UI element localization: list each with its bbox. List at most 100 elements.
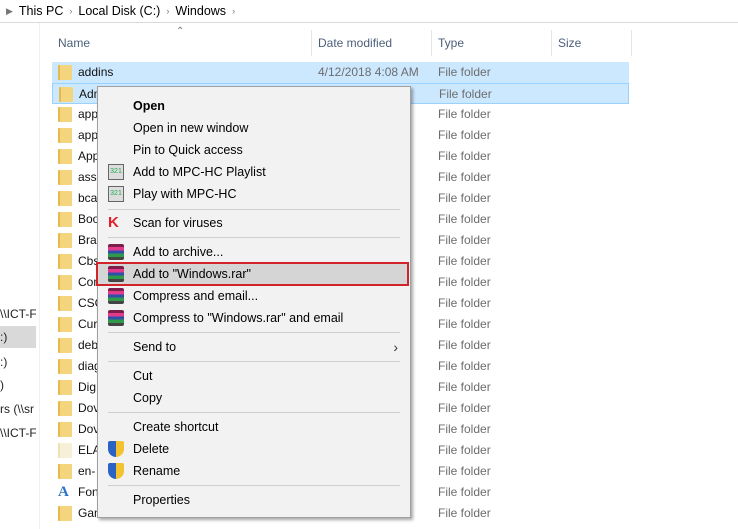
menu-label: Create shortcut: [133, 420, 219, 434]
file-type: File folder: [438, 275, 491, 289]
file-type: File folder: [438, 149, 491, 163]
menu-label: Cut: [133, 369, 153, 383]
nav-item[interactable]: ): [0, 374, 36, 396]
nav-item[interactable]: :): [0, 351, 36, 373]
chevron-right-icon[interactable]: ›: [166, 6, 169, 16]
menu-item-compress-rar-email[interactable]: Compress to "Windows.rar" and email: [100, 307, 408, 329]
menu-label: Delete: [133, 442, 170, 456]
menu-label: Open in new window: [133, 121, 249, 135]
menu-separator: [108, 485, 400, 486]
font-folder-icon: A: [58, 484, 69, 500]
column-size[interactable]: Size: [552, 30, 632, 56]
folder-icon: [58, 443, 72, 458]
menu-label: Open: [133, 99, 165, 113]
menu-label: Add to "Windows.rar": [133, 267, 251, 281]
file-type: File folder: [438, 212, 491, 226]
menu-item-cut[interactable]: Cut: [100, 365, 408, 387]
menu-item-scan-viruses[interactable]: K Scan for viruses: [100, 212, 408, 234]
winrar-icon: [108, 244, 124, 260]
file-type: File folder: [438, 191, 491, 205]
menu-item-open-new-window[interactable]: Open in new window: [100, 117, 408, 139]
table-row[interactable]: addins 4/12/2018 4:08 AM File folder: [52, 62, 629, 83]
menu-separator: [108, 332, 400, 333]
menu-label: Send to: [133, 340, 177, 354]
folder-icon: [58, 359, 72, 374]
menu-item-open[interactable]: Open: [100, 95, 408, 117]
file-type: File folder: [438, 401, 491, 415]
folder-icon: [58, 401, 72, 416]
winrar-icon: [108, 310, 124, 326]
file-name: addins: [78, 65, 114, 79]
menu-label: Scan for viruses: [133, 216, 223, 230]
file-name: app: [78, 107, 99, 121]
file-name: bca: [78, 191, 98, 205]
breadcrumb-this-pc[interactable]: This PC: [19, 4, 63, 18]
file-type: File folder: [438, 359, 491, 373]
file-type: File folder: [438, 338, 491, 352]
file-type: File folder: [438, 254, 491, 268]
folder-icon: [58, 233, 72, 248]
menu-label: Pin to Quick access: [133, 143, 243, 157]
menu-label: Properties: [133, 493, 190, 507]
uac-shield-icon: [108, 441, 124, 457]
file-type: File folder: [438, 233, 491, 247]
kaspersky-icon: K: [108, 214, 119, 231]
folder-icon: [59, 87, 73, 102]
address-bar[interactable]: ▶ This PC › Local Disk (C:) › Windows ›: [0, 0, 738, 23]
chevron-right-icon[interactable]: ▶: [6, 6, 13, 17]
chevron-right-icon[interactable]: ›: [232, 6, 235, 16]
column-name[interactable]: Name: [52, 30, 312, 56]
file-type: File folder: [438, 317, 491, 331]
file-name: en-: [78, 464, 96, 478]
column-type[interactable]: Type: [432, 30, 552, 56]
nav-item-selected[interactable]: :): [0, 326, 36, 348]
file-type: File folder: [438, 506, 491, 520]
menu-label: Copy: [133, 391, 163, 405]
file-type: File folder: [438, 443, 491, 457]
nav-item[interactable]: rs (\\sr: [0, 398, 36, 420]
menu-item-delete[interactable]: Delete: [100, 438, 408, 460]
menu-label: Play with MPC-HC: [133, 187, 237, 201]
menu-item-mpc-add[interactable]: 321 Add to MPC-HC Playlist: [100, 161, 408, 183]
menu-label: Compress and email...: [133, 289, 259, 303]
file-type: File folder: [439, 87, 492, 101]
column-header: Name Date modified Type Size: [52, 30, 632, 56]
menu-item-pin-quick-access[interactable]: Pin to Quick access: [100, 139, 408, 161]
column-date-modified[interactable]: Date modified: [312, 30, 432, 56]
breadcrumb-local-disk[interactable]: Local Disk (C:): [78, 4, 160, 18]
menu-item-rename[interactable]: Rename: [100, 460, 408, 482]
file-name: Fon: [78, 485, 99, 499]
menu-separator: [108, 237, 400, 238]
menu-label: Add to MPC-HC Playlist: [133, 165, 266, 179]
file-name: deb: [78, 338, 99, 352]
file-type: File folder: [438, 485, 491, 499]
nav-item[interactable]: \\ICT-F: [0, 422, 36, 444]
navigation-pane: \\ICT-F :) :) ) rs (\\sr \\ICT-F: [0, 23, 40, 529]
folder-icon: [58, 191, 72, 206]
menu-item-add-to-windows-rar[interactable]: Add to "Windows.rar": [96, 262, 409, 286]
chevron-right-icon[interactable]: ›: [69, 6, 72, 16]
folder-icon: [58, 380, 72, 395]
menu-item-copy[interactable]: Copy: [100, 387, 408, 409]
folder-icon: [58, 317, 72, 332]
menu-label: Add to archive...: [133, 245, 224, 259]
menu-item-properties[interactable]: Properties: [100, 489, 408, 511]
menu-item-mpc-play[interactable]: 321 Play with MPC-HC: [100, 183, 408, 205]
file-type: File folder: [438, 380, 491, 394]
menu-item-create-shortcut[interactable]: Create shortcut: [100, 416, 408, 438]
chevron-right-icon: ›: [393, 339, 398, 355]
breadcrumb-windows[interactable]: Windows: [175, 4, 226, 18]
folder-icon: [58, 149, 72, 164]
menu-label: Rename: [133, 464, 181, 478]
menu-item-compress-email[interactable]: Compress and email...: [100, 285, 408, 307]
nav-item[interactable]: \\ICT-F: [0, 303, 36, 325]
file-name: Bra: [78, 233, 97, 247]
file-name: app: [78, 128, 99, 142]
folder-icon: [58, 275, 72, 290]
file-type: File folder: [438, 170, 491, 184]
folder-icon: [58, 254, 72, 269]
menu-item-send-to[interactable]: Send to ›: [100, 336, 408, 358]
menu-item-add-archive[interactable]: Add to archive...: [100, 241, 408, 263]
context-menu: Open Open in new window Pin to Quick acc…: [96, 86, 411, 518]
winrar-icon: [108, 288, 124, 304]
